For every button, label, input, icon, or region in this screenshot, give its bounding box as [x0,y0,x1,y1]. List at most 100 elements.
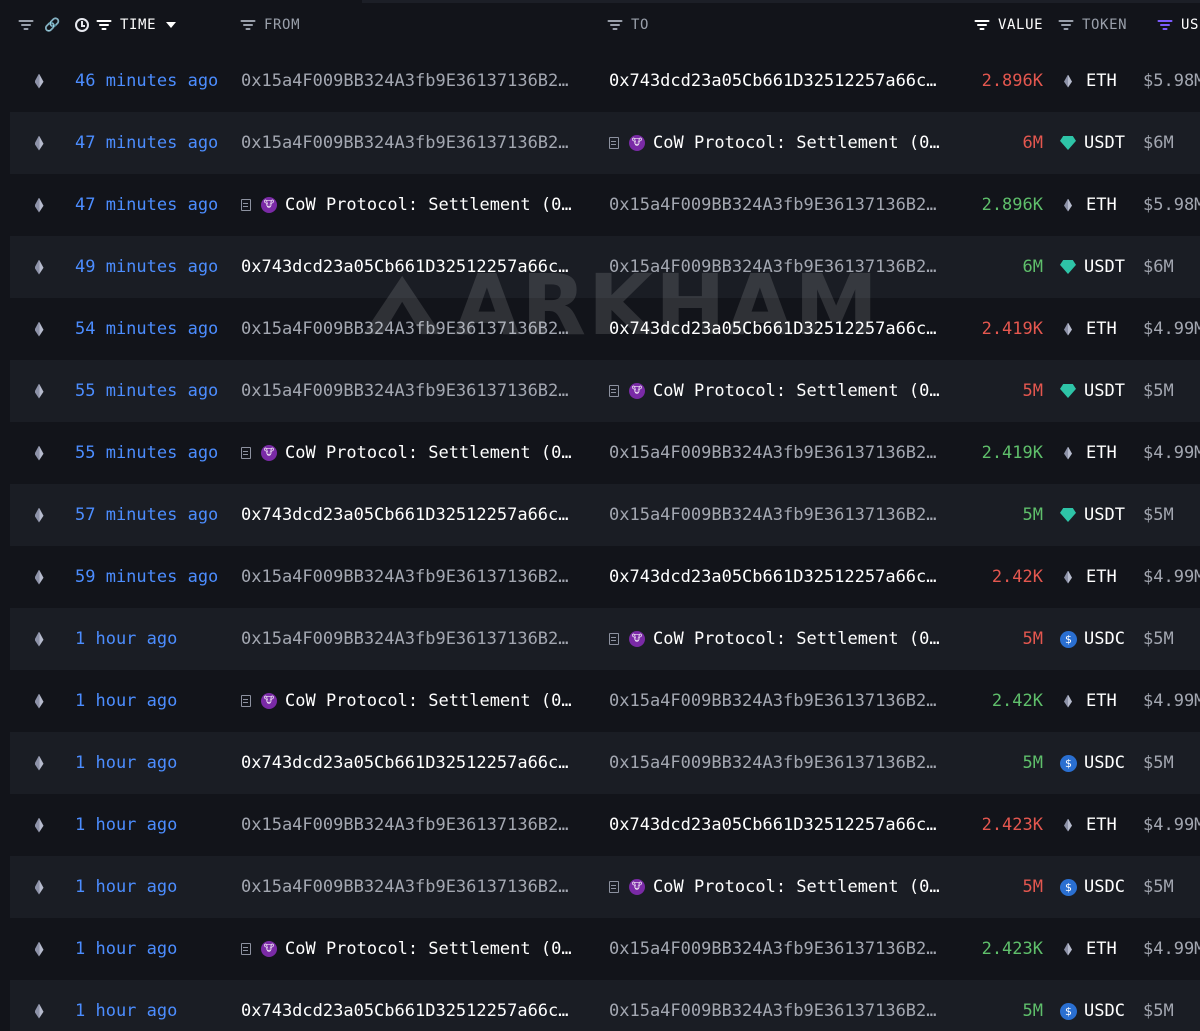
table-row[interactable]: 1 hour ago 0x15a4F009BB324A3fb9E36137136B… [0,856,1200,918]
token-cell[interactable]: USDT [1060,236,1140,298]
time-link[interactable]: 1 hour ago [75,918,235,980]
to-address[interactable]: 0x743dcd23a05Cb661D32512257a66c… [609,71,937,91]
to-address[interactable]: 0x15a4F009BB324A3fb9E36137136B2… [609,691,937,711]
filter-icon[interactable] [18,19,34,31]
from-entity[interactable]: 🐮 CoW Protocol: Settlement (0… [241,939,572,959]
table-row[interactable]: 55 minutes ago 0x15a4F009BB324A3fb9E36137… [0,360,1200,422]
table-row[interactable]: 1 hour ago 🐮 CoW Protocol: Settlement (0… 0… [0,918,1200,980]
table-row[interactable]: 57 minutes ago 0x743dcd23a05Cb661D3251225… [0,484,1200,546]
token-cell[interactable]: $ USDC [1060,608,1140,670]
to-address[interactable]: 0x15a4F009BB324A3fb9E36137136B2… [609,939,937,959]
token-cell[interactable]: ETH [1060,50,1140,112]
time-link[interactable]: 57 minutes ago [75,484,235,546]
table-row[interactable]: 1 hour ago 0x15a4F009BB324A3fb9E36137136B… [0,608,1200,670]
table-row[interactable]: 1 hour ago 0x743dcd23a05Cb661D32512257a66… [0,732,1200,794]
from-entity-name[interactable]: CoW Protocol: Settlement (0… [285,443,572,463]
from-column-header[interactable]: FROM [240,14,300,36]
token-cell[interactable]: USDT [1060,360,1140,422]
filter-icon[interactable] [240,19,256,31]
time-link[interactable]: 46 minutes ago [75,50,235,112]
token-cell[interactable]: USDT [1060,484,1140,546]
to-address[interactable]: 0x743dcd23a05Cb661D32512257a66c… [609,815,937,835]
from-address[interactable]: 0x15a4F009BB324A3fb9E36137136B2… [241,877,569,897]
time-link[interactable]: 47 minutes ago [75,112,235,174]
time-link[interactable]: 1 hour ago [75,794,235,856]
token-cell[interactable]: ETH [1060,174,1140,236]
to-entity-name[interactable]: CoW Protocol: Settlement (0… [653,133,940,153]
time-column-header[interactable]: TIME [75,14,177,36]
value-column-header[interactable]: VALUE [974,14,1043,36]
time-link[interactable]: 59 minutes ago [75,546,235,608]
table-row[interactable]: 49 minutes ago 0x743dcd23a05Cb661D3251225… [0,236,1200,298]
table-row[interactable]: 54 minutes ago 0x15a4F009BB324A3fb9E36137… [0,298,1200,360]
sort-desc-icon[interactable] [166,22,177,28]
to-entity[interactable]: 🐮 CoW Protocol: Settlement (0… [609,381,940,401]
from-address[interactable]: 0x743dcd23a05Cb661D32512257a66c… [241,1001,569,1021]
filter-icon[interactable] [607,19,623,31]
from-address[interactable]: 0x15a4F009BB324A3fb9E36137136B2… [241,629,569,649]
to-entity-name[interactable]: CoW Protocol: Settlement (0… [653,381,940,401]
time-link[interactable]: 1 hour ago [75,732,235,794]
to-entity-name[interactable]: CoW Protocol: Settlement (0… [653,629,940,649]
table-row[interactable]: 55 minutes ago 🐮 CoW Protocol: Settlement … [0,422,1200,484]
from-entity-name[interactable]: CoW Protocol: Settlement (0… [285,195,572,215]
time-link[interactable]: 1 hour ago [75,980,235,1031]
from-address[interactable]: 0x743dcd23a05Cb661D32512257a66c… [241,753,569,773]
table-row[interactable]: 1 hour ago 0x743dcd23a05Cb661D32512257a66… [0,980,1200,1031]
to-address[interactable]: 0x743dcd23a05Cb661D32512257a66c… [609,319,937,339]
time-link[interactable]: 55 minutes ago [75,422,235,484]
filter-icon[interactable] [96,19,112,31]
from-address[interactable]: 0x15a4F009BB324A3fb9E36137136B2… [241,567,569,587]
time-link[interactable]: 1 hour ago [75,608,235,670]
to-entity[interactable]: 🐮 CoW Protocol: Settlement (0… [609,133,940,153]
filter-icon[interactable] [1058,19,1074,31]
table-row[interactable]: 47 minutes ago 🐮 CoW Protocol: Settlement … [0,174,1200,236]
token-cell[interactable]: ETH [1060,298,1140,360]
chain-filter-header[interactable]: 🔗 [18,14,61,36]
to-address[interactable]: 0x15a4F009BB324A3fb9E36137136B2… [609,257,937,277]
to-address[interactable]: 0x743dcd23a05Cb661D32512257a66c… [609,567,937,587]
token-cell[interactable]: USDT [1060,112,1140,174]
link-icon[interactable]: 🔗 [44,18,61,33]
from-entity[interactable]: 🐮 CoW Protocol: Settlement (0… [241,691,572,711]
to-address[interactable]: 0x15a4F009BB324A3fb9E36137136B2… [609,753,937,773]
table-row[interactable]: 46 minutes ago 0x15a4F009BB324A3fb9E36137… [0,50,1200,112]
time-link[interactable]: 54 minutes ago [75,298,235,360]
to-address[interactable]: 0x15a4F009BB324A3fb9E36137136B2… [609,1001,937,1021]
time-link[interactable]: 1 hour ago [75,670,235,732]
table-row[interactable]: 47 minutes ago 0x15a4F009BB324A3fb9E36137… [0,112,1200,174]
token-cell[interactable]: ETH [1060,794,1140,856]
token-cell[interactable]: ETH [1060,918,1140,980]
token-cell[interactable]: $ USDC [1060,732,1140,794]
time-link[interactable]: 49 minutes ago [75,236,235,298]
table-row[interactable]: 1 hour ago 🐮 CoW Protocol: Settlement (0… 0… [0,670,1200,732]
filter-active-icon[interactable] [1157,19,1173,31]
to-address[interactable]: 0x15a4F009BB324A3fb9E36137136B2… [609,195,937,215]
time-link[interactable]: 1 hour ago [75,856,235,918]
token-column-header[interactable]: TOKEN [1058,14,1127,36]
from-entity-name[interactable]: CoW Protocol: Settlement (0… [285,939,572,959]
table-row[interactable]: 1 hour ago 0x15a4F009BB324A3fb9E36137136B… [0,794,1200,856]
token-cell[interactable]: $ USDC [1060,856,1140,918]
token-cell[interactable]: ETH [1060,422,1140,484]
token-cell[interactable]: ETH [1060,670,1140,732]
from-entity-name[interactable]: CoW Protocol: Settlement (0… [285,691,572,711]
from-address[interactable]: 0x15a4F009BB324A3fb9E36137136B2… [241,319,569,339]
to-address[interactable]: 0x15a4F009BB324A3fb9E36137136B2… [609,443,937,463]
to-entity-name[interactable]: CoW Protocol: Settlement (0… [653,877,940,897]
from-address[interactable]: 0x743dcd23a05Cb661D32512257a66c… [241,257,569,277]
token-cell[interactable]: $ USDC [1060,980,1140,1031]
time-link[interactable]: 55 minutes ago [75,360,235,422]
to-column-header[interactable]: TO [607,14,649,36]
from-address[interactable]: 0x15a4F009BB324A3fb9E36137136B2… [241,381,569,401]
from-address[interactable]: 0x743dcd23a05Cb661D32512257a66c… [241,505,569,525]
from-entity[interactable]: 🐮 CoW Protocol: Settlement (0… [241,443,572,463]
table-row[interactable]: 59 minutes ago 0x15a4F009BB324A3fb9E36137… [0,546,1200,608]
from-address[interactable]: 0x15a4F009BB324A3fb9E36137136B2… [241,815,569,835]
filter-icon[interactable] [974,19,990,31]
to-entity[interactable]: 🐮 CoW Protocol: Settlement (0… [609,877,940,897]
time-link[interactable]: 47 minutes ago [75,174,235,236]
from-address[interactable]: 0x15a4F009BB324A3fb9E36137136B2… [241,71,569,91]
from-entity[interactable]: 🐮 CoW Protocol: Settlement (0… [241,195,572,215]
usd-column-header[interactable]: US [1157,14,1199,36]
